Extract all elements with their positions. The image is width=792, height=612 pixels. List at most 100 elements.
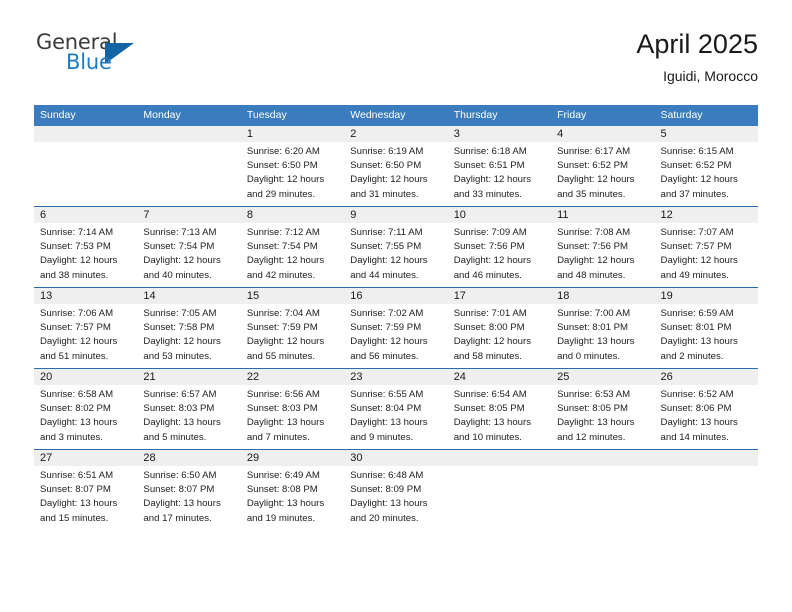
day-details: Sunrise: 7:11 AM Sunset: 7:55 PM Daylight:… bbox=[344, 223, 447, 283]
calendar-day-cell[interactable]: 3 Sunrise: 6:18 AM Sunset: 6:51 PM Daylight… bbox=[447, 126, 552, 207]
day-details: Sunrise: 7:01 AM Sunset: 8:00 PM Daylight:… bbox=[448, 304, 551, 364]
calendar-week-row: 1 Sunrise: 6:20 AM Sunset: 6:50 PM Daylight… bbox=[34, 126, 758, 207]
daylight-text: Daylight: 13 hours and 7 minutes. bbox=[246, 417, 325, 443]
calendar-day-cell[interactable]: 29 Sunrise: 6:49 AM Sunset: 8:08 PM Dayligh… bbox=[240, 449, 345, 530]
calendar-day-cell[interactable]: 1 Sunrise: 6:20 AM Sunset: 6:50 PM Daylight… bbox=[240, 126, 345, 207]
calendar-day-cell[interactable]: 28 Sunrise: 6:50 AM Sunset: 8:07 PM Dayligh… bbox=[137, 449, 241, 530]
day-details: Sunrise: 6:56 AM Sunset: 8:03 PM Daylight:… bbox=[241, 385, 344, 445]
calendar-day-cell[interactable]: 5 Sunrise: 6:15 AM Sunset: 6:52 PM Daylight… bbox=[654, 126, 758, 207]
sunset-text: Sunset: 8:03 PM bbox=[246, 403, 318, 415]
daylight-text: Daylight: 12 hours and 35 minutes. bbox=[557, 174, 635, 200]
day-details: Sunrise: 6:20 AM Sunset: 6:50 PM Daylight:… bbox=[241, 142, 344, 202]
daylight-text: Daylight: 12 hours and 29 minutes. bbox=[246, 174, 325, 200]
day-details: Sunrise: 6:58 AM Sunset: 8:02 PM Daylight:… bbox=[34, 385, 137, 445]
sunrise-text: Sunrise: 6:49 AM bbox=[246, 470, 320, 481]
calendar-day-cell[interactable]: 10 Sunrise: 7:09 AM Sunset: 7:56 PM Dayligh… bbox=[447, 206, 552, 288]
sunrise-text: Sunrise: 6:53 AM bbox=[557, 389, 631, 400]
daylight-text: Daylight: 12 hours and 51 minutes. bbox=[40, 336, 118, 362]
day-details: Sunrise: 6:54 AM Sunset: 8:05 PM Daylight:… bbox=[448, 385, 551, 445]
sunrise-text: Sunrise: 6:54 AM bbox=[453, 389, 527, 400]
sunset-text: Sunset: 7:57 PM bbox=[40, 322, 111, 334]
day-details: Sunrise: 7:02 AM Sunset: 7:59 PM Daylight:… bbox=[344, 304, 447, 364]
daylight-text: Daylight: 12 hours and 37 minutes. bbox=[660, 174, 738, 200]
day-number: 6 bbox=[34, 207, 138, 223]
sunset-text: Sunset: 8:06 PM bbox=[660, 403, 732, 415]
day-number: 9 bbox=[344, 207, 448, 223]
calendar-cell-empty bbox=[551, 449, 655, 530]
day-details: Sunrise: 6:19 AM Sunset: 6:50 PM Daylight:… bbox=[344, 142, 447, 202]
calendar-day-cell[interactable]: 17 Sunrise: 7:01 AM Sunset: 8:00 PM Dayligh… bbox=[447, 287, 552, 369]
sunset-text: Sunset: 8:08 PM bbox=[246, 484, 318, 496]
daylight-text: Daylight: 13 hours and 10 minutes. bbox=[453, 417, 532, 443]
sunset-text: Sunset: 8:07 PM bbox=[40, 484, 111, 496]
day-details: Sunrise: 6:59 AM Sunset: 8:01 PM Daylight:… bbox=[655, 304, 758, 364]
day-details: Sunrise: 7:04 AM Sunset: 7:59 PM Daylight:… bbox=[241, 304, 344, 364]
sunrise-text: Sunrise: 7:09 AM bbox=[453, 227, 527, 238]
sunset-text: Sunset: 7:53 PM bbox=[40, 241, 111, 253]
sunrise-text: Sunrise: 7:00 AM bbox=[557, 308, 631, 319]
day-details: Sunrise: 7:09 AM Sunset: 7:56 PM Daylight:… bbox=[448, 223, 551, 283]
day-details: Sunrise: 7:06 AM Sunset: 7:57 PM Daylight:… bbox=[34, 304, 137, 364]
day-details: Sunrise: 7:07 AM Sunset: 7:57 PM Daylight:… bbox=[655, 223, 758, 283]
day-number: 11 bbox=[551, 207, 655, 223]
calendar-cell-empty bbox=[447, 449, 552, 530]
calendar-week-row: 6 Sunrise: 7:14 AM Sunset: 7:53 PM Daylight… bbox=[34, 206, 758, 288]
daylight-text: Daylight: 13 hours and 2 minutes. bbox=[660, 336, 738, 362]
calendar-day-cell[interactable]: 16 Sunrise: 7:02 AM Sunset: 7:59 PM Dayligh… bbox=[344, 287, 448, 369]
calendar-header-row: Sunday Monday Tuesday Wednesday Thursday… bbox=[34, 105, 758, 126]
calendar-day-cell[interactable]: 27 Sunrise: 6:51 AM Sunset: 8:07 PM Dayligh… bbox=[34, 449, 138, 530]
day-number: 7 bbox=[137, 207, 241, 223]
calendar-day-cell[interactable]: 9 Sunrise: 7:11 AM Sunset: 7:55 PM Daylight… bbox=[344, 206, 448, 288]
calendar-day-cell[interactable]: 12 Sunrise: 7:07 AM Sunset: 7:57 PM Dayligh… bbox=[654, 206, 758, 288]
sunrise-text: Sunrise: 7:05 AM bbox=[143, 308, 217, 319]
calendar-day-cell[interactable]: 18 Sunrise: 7:00 AM Sunset: 8:01 PM Dayligh… bbox=[551, 287, 655, 369]
sunset-text: Sunset: 7:54 PM bbox=[246, 241, 318, 253]
calendar-day-cell[interactable]: 21 Sunrise: 6:57 AM Sunset: 8:03 PM Dayligh… bbox=[137, 368, 241, 450]
day-number: 8 bbox=[240, 207, 345, 223]
sunset-text: Sunset: 6:50 PM bbox=[350, 160, 422, 172]
daylight-text: Daylight: 13 hours and 14 minutes. bbox=[660, 417, 738, 443]
calendar-day-cell[interactable]: 15 Sunrise: 7:04 AM Sunset: 7:59 PM Dayligh… bbox=[240, 287, 345, 369]
calendar-day-cell[interactable]: 24 Sunrise: 6:54 AM Sunset: 8:05 PM Dayligh… bbox=[447, 368, 552, 450]
sunset-text: Sunset: 6:52 PM bbox=[660, 160, 732, 172]
calendar-day-cell[interactable]: 2 Sunrise: 6:19 AM Sunset: 6:50 PM Daylight… bbox=[344, 126, 448, 207]
calendar-day-cell[interactable]: 22 Sunrise: 6:56 AM Sunset: 8:03 PM Dayligh… bbox=[240, 368, 345, 450]
weekday-header-wednesday: Wednesday bbox=[344, 105, 448, 126]
daylight-text: Daylight: 13 hours and 19 minutes. bbox=[246, 498, 325, 524]
sunrise-text: Sunrise: 7:08 AM bbox=[557, 227, 631, 238]
day-number bbox=[34, 126, 138, 142]
day-details: Sunrise: 6:49 AM Sunset: 8:08 PM Daylight:… bbox=[241, 466, 344, 526]
calendar-day-cell[interactable]: 4 Sunrise: 6:17 AM Sunset: 6:52 PM Daylight… bbox=[551, 126, 655, 207]
daylight-text: Daylight: 12 hours and 56 minutes. bbox=[350, 336, 428, 362]
calendar-day-cell[interactable]: 30 Sunrise: 6:48 AM Sunset: 8:09 PM Dayligh… bbox=[344, 449, 448, 530]
day-number: 16 bbox=[344, 288, 448, 304]
daylight-text: Daylight: 12 hours and 55 minutes. bbox=[246, 336, 325, 362]
calendar-day-cell[interactable]: 26 Sunrise: 6:52 AM Sunset: 8:06 PM Dayligh… bbox=[654, 368, 758, 450]
daylight-text: Daylight: 13 hours and 17 minutes. bbox=[143, 498, 221, 524]
sunrise-text: Sunrise: 6:18 AM bbox=[453, 146, 527, 157]
day-number bbox=[447, 450, 552, 466]
calendar-page: General Blue April 2025 Iguidi, Morocco … bbox=[0, 0, 792, 612]
calendar-day-cell[interactable]: 7 Sunrise: 7:13 AM Sunset: 7:54 PM Daylight… bbox=[137, 206, 241, 288]
calendar-day-cell[interactable]: 8 Sunrise: 7:12 AM Sunset: 7:54 PM Daylight… bbox=[240, 206, 345, 288]
calendar-day-cell[interactable]: 13 Sunrise: 7:06 AM Sunset: 7:57 PM Dayligh… bbox=[34, 287, 138, 369]
weekday-header-friday: Friday bbox=[551, 105, 655, 126]
day-number: 3 bbox=[447, 126, 552, 142]
calendar-cell-empty bbox=[34, 126, 138, 207]
calendar-day-cell[interactable]: 19 Sunrise: 6:59 AM Sunset: 8:01 PM Dayligh… bbox=[654, 287, 758, 369]
calendar-day-cell[interactable]: 23 Sunrise: 6:55 AM Sunset: 8:04 PM Dayligh… bbox=[344, 368, 448, 450]
sunset-text: Sunset: 8:01 PM bbox=[660, 322, 732, 334]
sunrise-text: Sunrise: 6:50 AM bbox=[143, 470, 217, 481]
calendar-day-cell[interactable]: 11 Sunrise: 7:08 AM Sunset: 7:56 PM Dayligh… bbox=[551, 206, 655, 288]
sunrise-text: Sunrise: 6:19 AM bbox=[350, 146, 424, 157]
calendar-day-cell[interactable]: 25 Sunrise: 6:53 AM Sunset: 8:05 PM Dayligh… bbox=[551, 368, 655, 450]
sunset-text: Sunset: 8:02 PM bbox=[40, 403, 111, 415]
sunrise-text: Sunrise: 7:01 AM bbox=[453, 308, 527, 319]
day-number: 18 bbox=[551, 288, 655, 304]
calendar-day-cell[interactable]: 6 Sunrise: 7:14 AM Sunset: 7:53 PM Daylight… bbox=[34, 206, 138, 288]
day-details: Sunrise: 7:12 AM Sunset: 7:54 PM Daylight:… bbox=[241, 223, 344, 283]
calendar-day-cell[interactable]: 14 Sunrise: 7:05 AM Sunset: 7:58 PM Dayligh… bbox=[137, 287, 241, 369]
calendar-day-cell[interactable]: 20 Sunrise: 6:58 AM Sunset: 8:02 PM Dayligh… bbox=[34, 368, 138, 450]
general-blue-logo[interactable]: General Blue bbox=[34, 30, 234, 90]
sunset-text: Sunset: 8:09 PM bbox=[350, 484, 422, 496]
